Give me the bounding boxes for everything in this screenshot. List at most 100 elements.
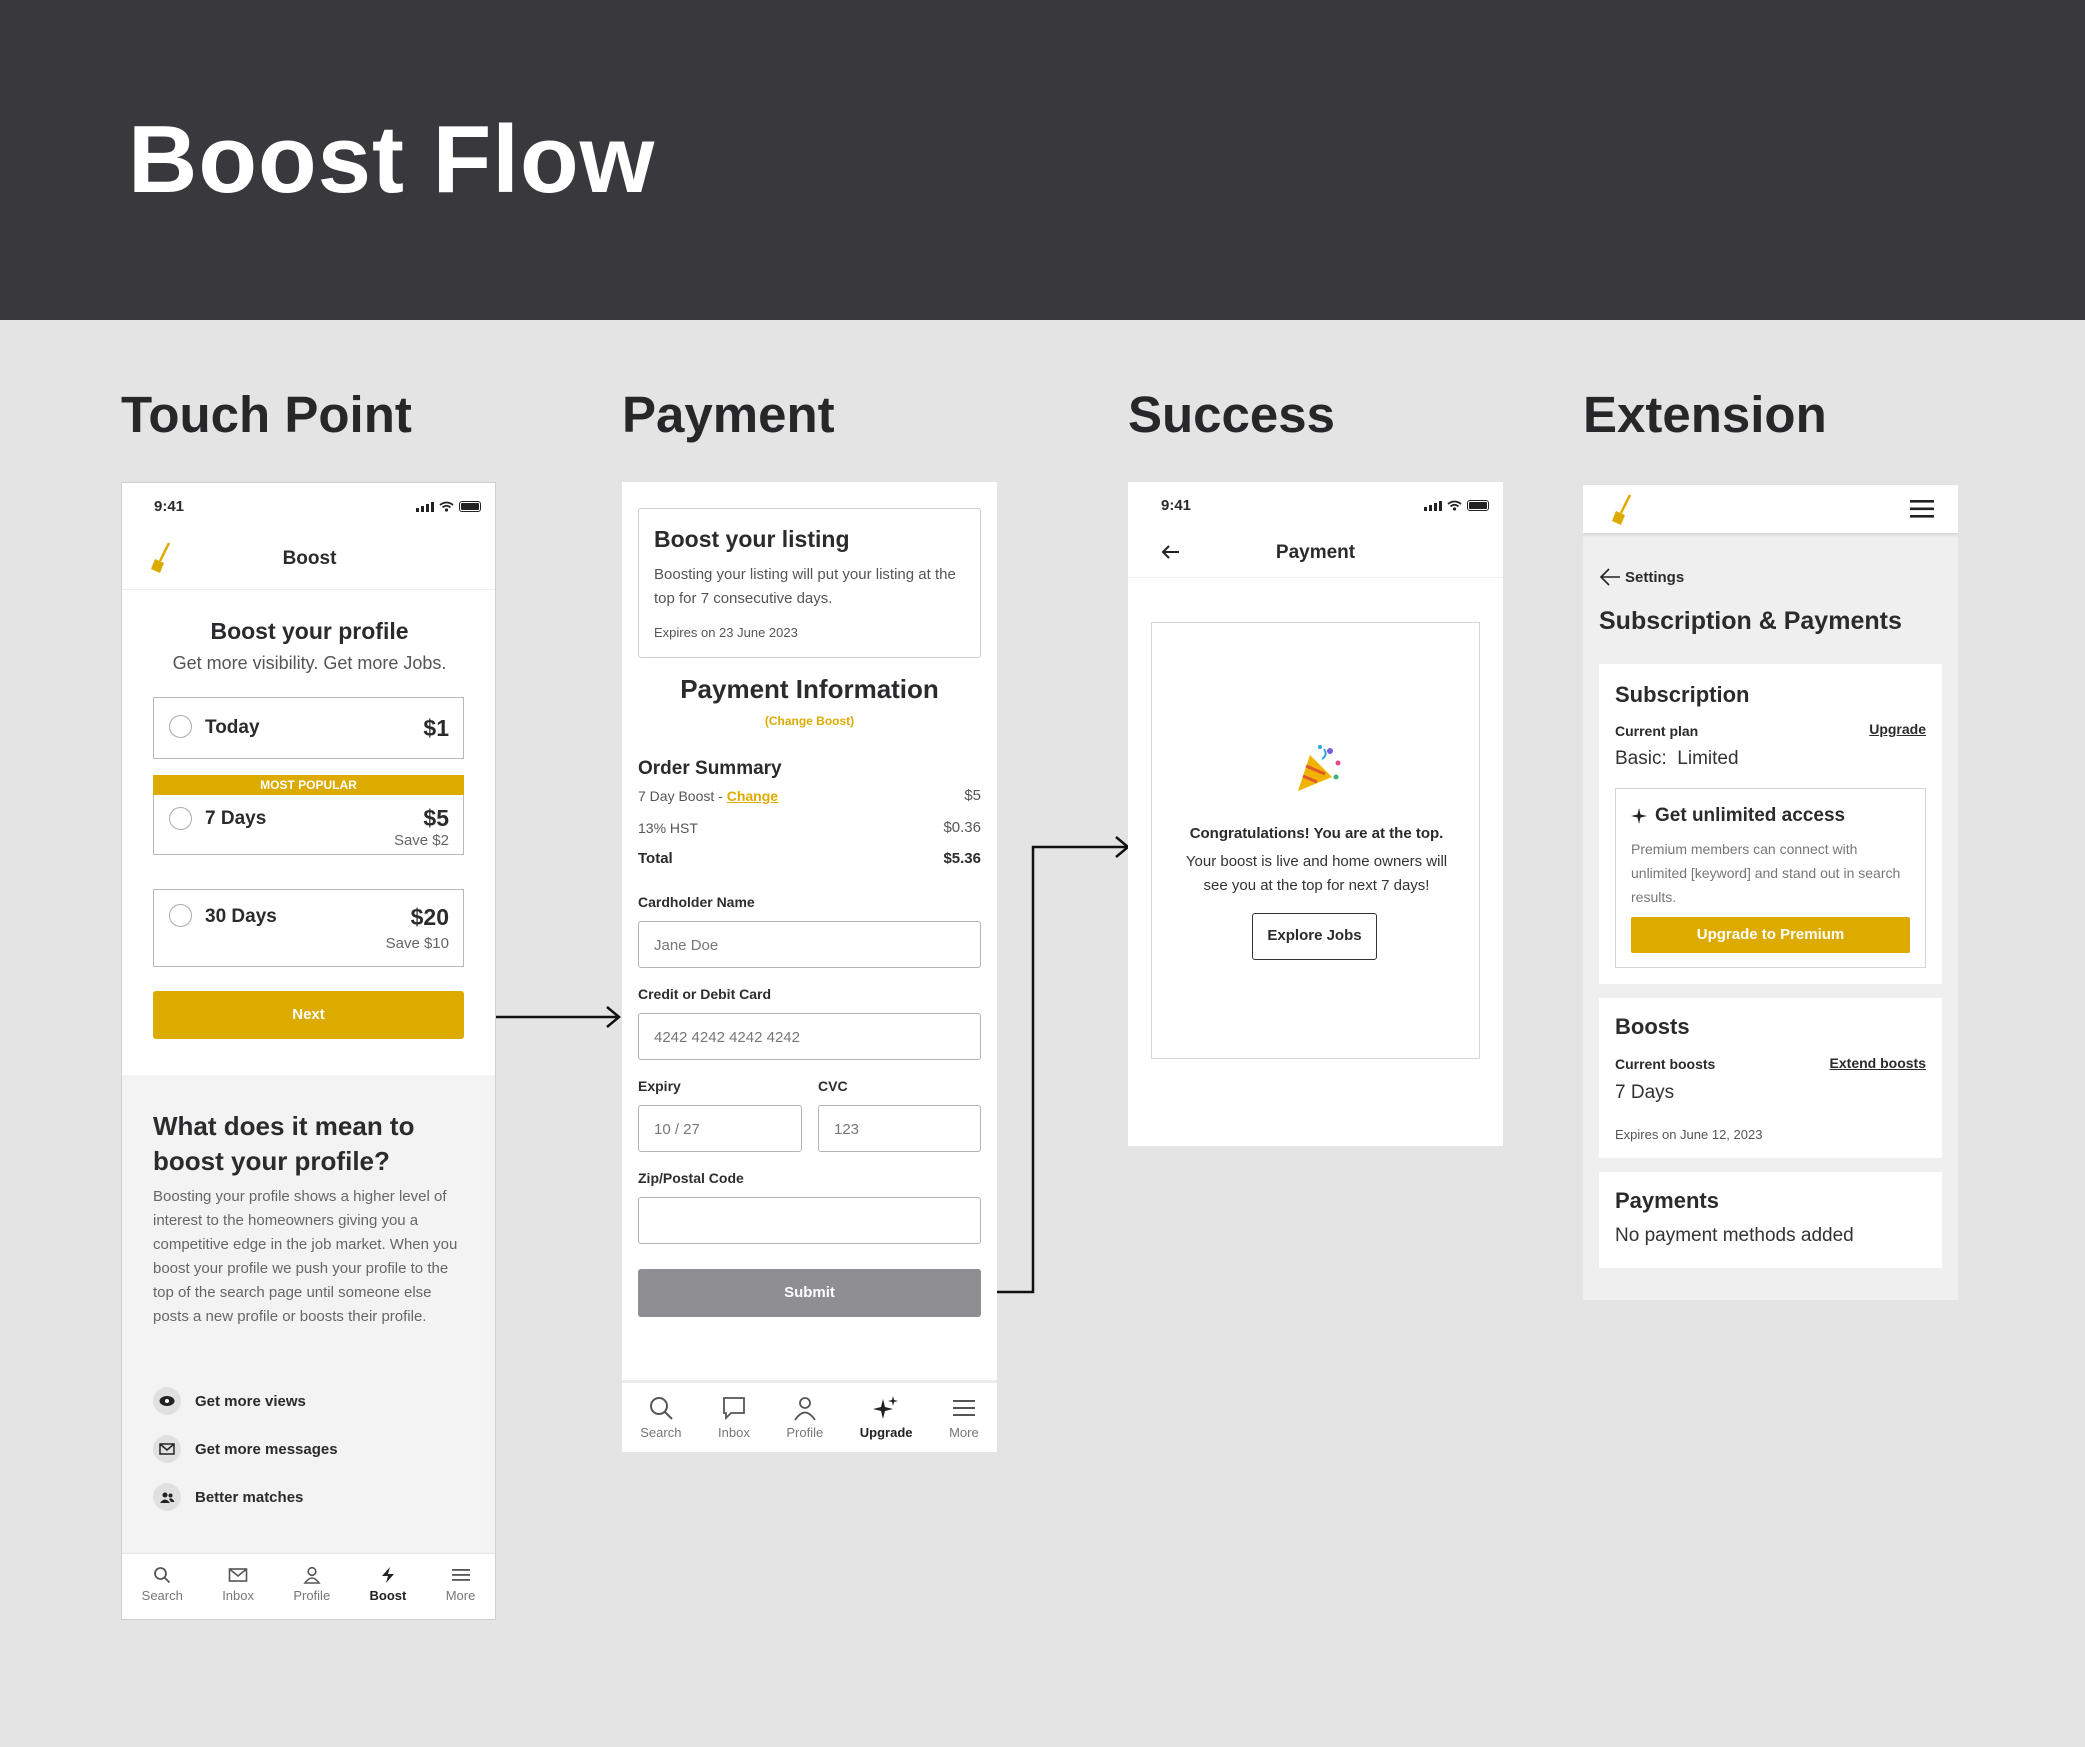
payments-card: Payments No payment methods added [1599, 1172, 1942, 1268]
card-number-label: Credit or Debit Card [638, 986, 772, 1002]
nav-inbox[interactable]: Inbox [222, 1554, 254, 1619]
feature-matches: Better matches [153, 1483, 303, 1511]
eye-icon [153, 1387, 181, 1415]
tax-label: 13% HST [638, 820, 698, 836]
person-icon [794, 1397, 816, 1421]
sparkle-icon [873, 1396, 899, 1419]
info-title: What does it mean to boost your profile? [153, 1111, 415, 1176]
card-number-input[interactable]: 4242 4242 4242 4242 [638, 1013, 981, 1060]
zip-input[interactable] [638, 1197, 981, 1244]
card-title: Boost your listing [654, 526, 850, 552]
order-summary-title: Order Summary [638, 758, 782, 779]
feature-label: Get more views [195, 1392, 306, 1410]
radio-button[interactable] [169, 807, 192, 830]
cardholder-input[interactable]: Jane Doe [638, 921, 981, 968]
lightning-icon [381, 1567, 394, 1583]
expiry-input[interactable]: 10 / 27 [638, 1105, 802, 1152]
order-item-price: $5 [964, 787, 981, 804]
expiry-label: Expiry [638, 1078, 681, 1094]
back-label: Settings [1625, 568, 1685, 586]
party-popper-icon [1298, 745, 1341, 791]
submit-button[interactable]: Submit [638, 1269, 981, 1317]
radio-button[interactable] [169, 715, 192, 738]
search-icon [649, 1397, 673, 1420]
broom-logo-icon[interactable] [1611, 493, 1633, 527]
option-7-days[interactable]: 7 Days $5 Save $2 [153, 795, 464, 855]
cvc-label: CVC [818, 1078, 848, 1094]
hamburger-menu-icon[interactable] [1910, 498, 1934, 520]
top-bar [1583, 485, 1958, 533]
nav-label: Boost [369, 1588, 407, 1603]
status-icons [1424, 500, 1489, 511]
sparkle-icon [1631, 808, 1647, 824]
item-change-link[interactable]: Change [727, 788, 778, 804]
subscription-card: Subscription Current plan Upgrade Basic:… [1599, 664, 1942, 984]
mail-icon [153, 1435, 181, 1463]
nav-more[interactable]: More [445, 1554, 476, 1619]
option-label: 30 Days [205, 906, 277, 927]
option-price: $20 [410, 904, 449, 930]
mail-icon [228, 1568, 248, 1582]
person-icon [303, 1566, 321, 1584]
extend-boosts-link[interactable]: Extend boosts [1830, 1055, 1926, 1071]
payments-title: Payments [1615, 1188, 1719, 1213]
feature-label: Get more messages [195, 1440, 338, 1458]
payments-value: No payment methods added [1615, 1225, 1854, 1246]
explore-jobs-button[interactable]: Explore Jobs [1252, 913, 1377, 960]
payment-info-title: Payment Information [680, 674, 939, 704]
next-button[interactable]: Next [153, 991, 464, 1039]
payment-screen: Boost your listing Boosting your listing… [622, 482, 997, 1452]
current-plan-label: Current plan [1615, 723, 1699, 739]
boosts-value: 7 Days [1615, 1082, 1675, 1103]
nav-profile[interactable]: Profile [786, 1383, 823, 1452]
cvc-input[interactable]: 123 [818, 1105, 981, 1152]
wifi-icon [439, 501, 454, 512]
back-arrow-icon [1599, 568, 1620, 586]
option-price: $1 [423, 715, 449, 741]
upgrade-link[interactable]: Upgrade [1869, 721, 1926, 737]
nav-more[interactable]: More [949, 1383, 979, 1452]
extension-screen: Settings Subscription & Payments Subscri… [1583, 485, 1958, 1300]
info-body: Boosting your profile shows a higher lev… [153, 1188, 458, 1325]
nav-inbox[interactable]: Inbox [718, 1383, 750, 1452]
total-label: Total [638, 850, 673, 867]
option-30-days[interactable]: 30 Days $20 Save $10 [153, 889, 464, 967]
bottom-nav: Search Inbox Profile Upgrade More [622, 1380, 997, 1452]
nav-search[interactable]: Search [142, 1554, 183, 1619]
signal-icon [416, 501, 434, 512]
nav-label: More [445, 1588, 476, 1603]
boosts-card: Boosts Current boosts Extend boosts 7 Da… [1599, 998, 1942, 1158]
screen-title: Boost [282, 548, 337, 569]
menu-icon [952, 1400, 975, 1416]
screen-title: Payment [1275, 542, 1356, 563]
boosts-expiry: Expires on June 12, 2023 [1615, 1127, 1763, 1142]
subscription-title: Subscription [1615, 682, 1750, 707]
bottom-nav: Search Inbox Profile Boost More [122, 1553, 495, 1619]
success-headline: Congratulations! You are at the top. [1189, 825, 1444, 842]
nav-label: Search [141, 1588, 183, 1603]
feature-messages: Get more messages [153, 1435, 338, 1463]
nav-label: Upgrade [859, 1425, 913, 1440]
radio-button[interactable] [169, 904, 192, 927]
upgrade-premium-button[interactable]: Upgrade to Premium [1631, 917, 1910, 953]
back-link[interactable]: Settings [1599, 567, 1684, 587]
nav-upgrade[interactable]: Upgrade [860, 1383, 913, 1452]
menu-icon [451, 1569, 470, 1581]
wifi-icon [1447, 500, 1462, 511]
option-label: Today [205, 717, 260, 738]
card-body: Boosting your listing will put your list… [654, 566, 956, 607]
success-screen: 9:41 Payment Congratulations! You are at… [1128, 482, 1503, 1146]
change-boost-link[interactable]: (Change Boost) [622, 714, 997, 728]
option-today[interactable]: Today $1 [153, 697, 464, 759]
info-section: What does it mean to boost your profile?… [122, 1075, 495, 1555]
status-time: 9:41 [1161, 497, 1192, 514]
nav-profile[interactable]: Profile [293, 1554, 330, 1619]
success-body: Your boost is live and home owners will … [1185, 853, 1448, 894]
success-card: Congratulations! You are at the top. You… [1151, 622, 1480, 1059]
promo-title: Get unlimited access [1655, 805, 1846, 826]
order-item: 7 Day Boost - Change [638, 788, 778, 804]
nav-search[interactable]: Search [640, 1383, 681, 1452]
nav-boost[interactable]: Boost [369, 1554, 407, 1619]
search-icon [154, 1567, 171, 1584]
nav-label: Profile [293, 1588, 331, 1603]
